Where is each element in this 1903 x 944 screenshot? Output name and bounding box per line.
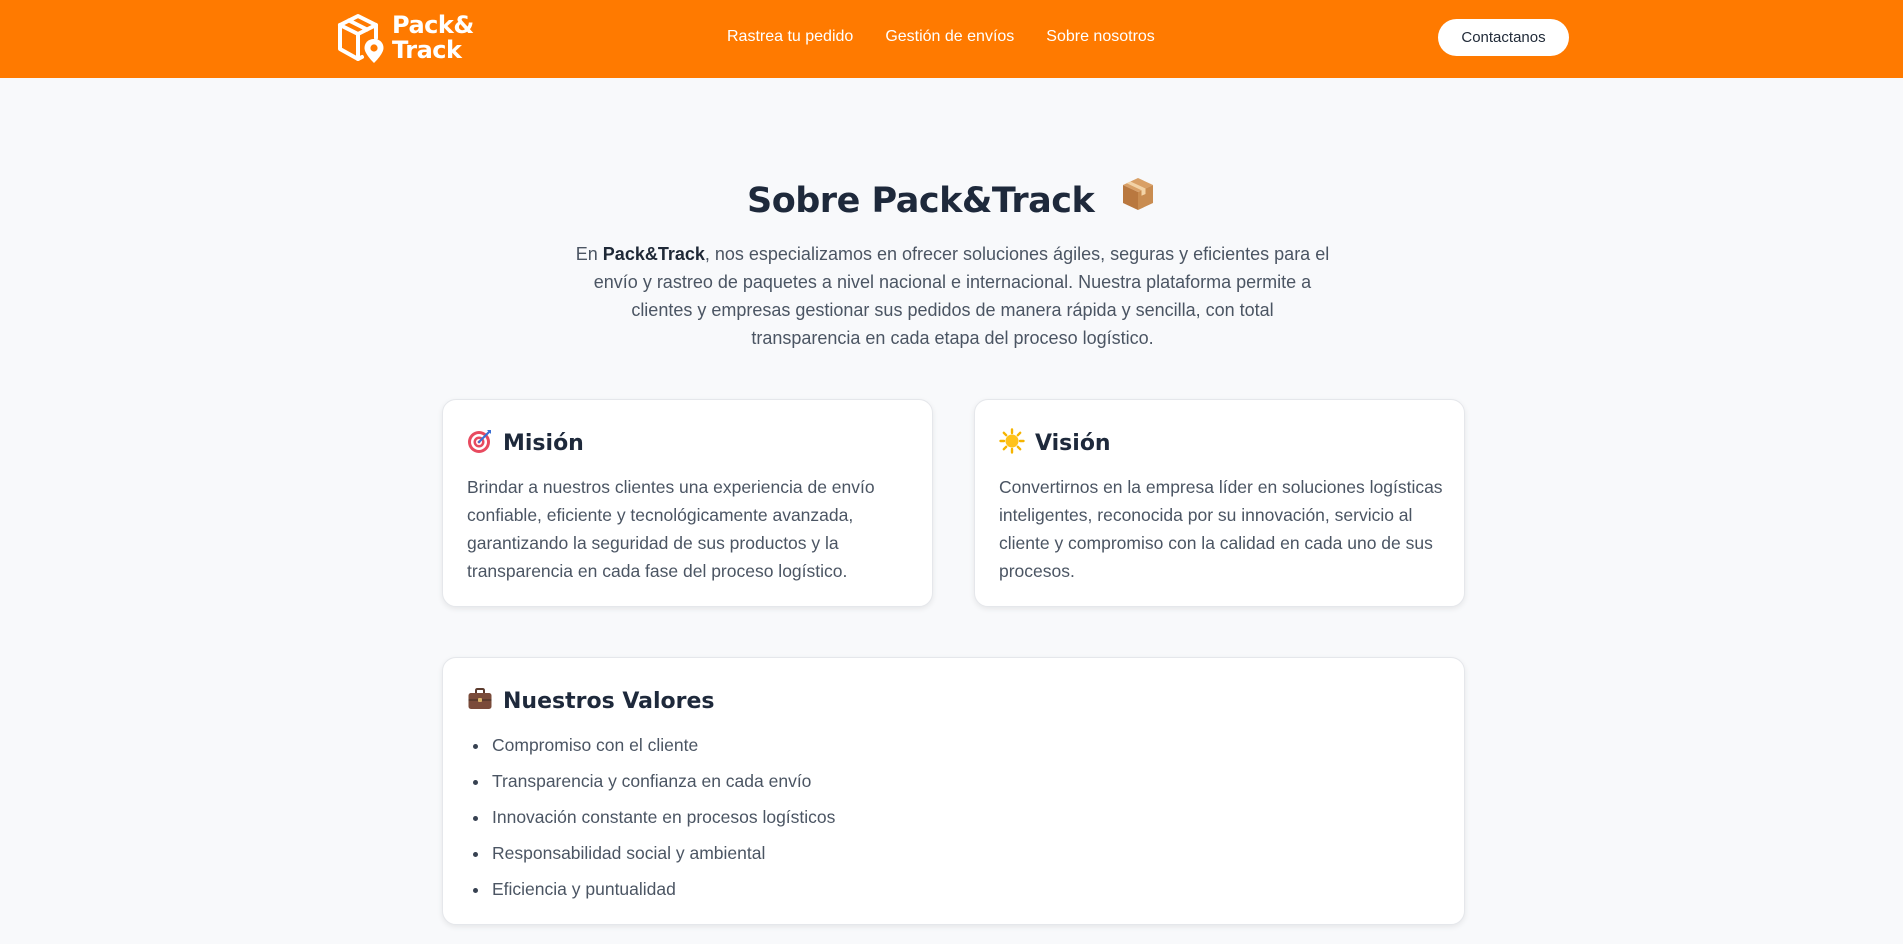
list-item: Innovación constante en procesos logísti… xyxy=(490,803,835,839)
vision-header: Visión xyxy=(999,428,1111,459)
box-location-icon xyxy=(336,12,388,64)
intro-text: , nos especializamos en ofrecer solucion… xyxy=(593,244,1330,348)
valores-header: Nuestros Valores xyxy=(467,686,715,717)
page-title-text: Sobre Pack&Track xyxy=(747,181,1095,221)
navbar: Pack& Track Rastrea tu pedido Gestión de… xyxy=(0,0,1903,78)
brand-logo[interactable]: Pack& Track xyxy=(336,12,474,64)
briefcase-icon xyxy=(467,686,493,717)
main-nav: Rastrea tu pedido Gestión de envíos Sobr… xyxy=(727,28,1155,46)
target-icon xyxy=(467,428,493,459)
list-item: Eficiencia y puntualidad xyxy=(490,875,835,911)
brand-name: Pack& Track xyxy=(392,13,474,63)
vision-card: Visión Convertirnos en la empresa líder … xyxy=(974,399,1465,607)
intro-prefix: En xyxy=(575,244,603,264)
list-item: Transparencia y confianza en cada envío xyxy=(490,767,835,803)
package-icon xyxy=(1120,176,1156,221)
brand-line-1: Pack& xyxy=(392,11,474,39)
contact-button[interactable]: Contactanos xyxy=(1438,19,1569,56)
nav-link-rastrea[interactable]: Rastrea tu pedido xyxy=(727,28,853,46)
mision-card: Misión Brindar a nuestros clientes una e… xyxy=(442,399,933,607)
brand-line-2: Track xyxy=(392,36,462,64)
intro-brand: Pack&Track xyxy=(602,244,705,264)
vision-text: Convertirnos en la empresa líder en solu… xyxy=(999,477,1443,581)
sun-icon xyxy=(999,428,1025,459)
page-title: Sobre Pack&Track xyxy=(0,177,1903,221)
intro-paragraph: En Pack&Track, nos especializamos en ofr… xyxy=(575,240,1330,352)
list-item: Responsabilidad social y ambiental xyxy=(490,839,835,875)
mision-text: Brindar a nuestros clientes una experien… xyxy=(467,477,875,581)
list-item: Compromiso con el cliente xyxy=(490,731,835,767)
mision-title: Misión xyxy=(503,431,584,456)
valores-card: Nuestros Valores Compromiso con el clien… xyxy=(442,657,1465,925)
nav-link-sobre[interactable]: Sobre nosotros xyxy=(1046,28,1155,46)
mision-header: Misión xyxy=(467,428,584,459)
valores-title: Nuestros Valores xyxy=(503,689,715,714)
values-list: Compromiso con el cliente Transparencia … xyxy=(490,731,835,911)
vision-title: Visión xyxy=(1035,431,1111,456)
nav-link-gestion[interactable]: Gestión de envíos xyxy=(885,28,1014,46)
